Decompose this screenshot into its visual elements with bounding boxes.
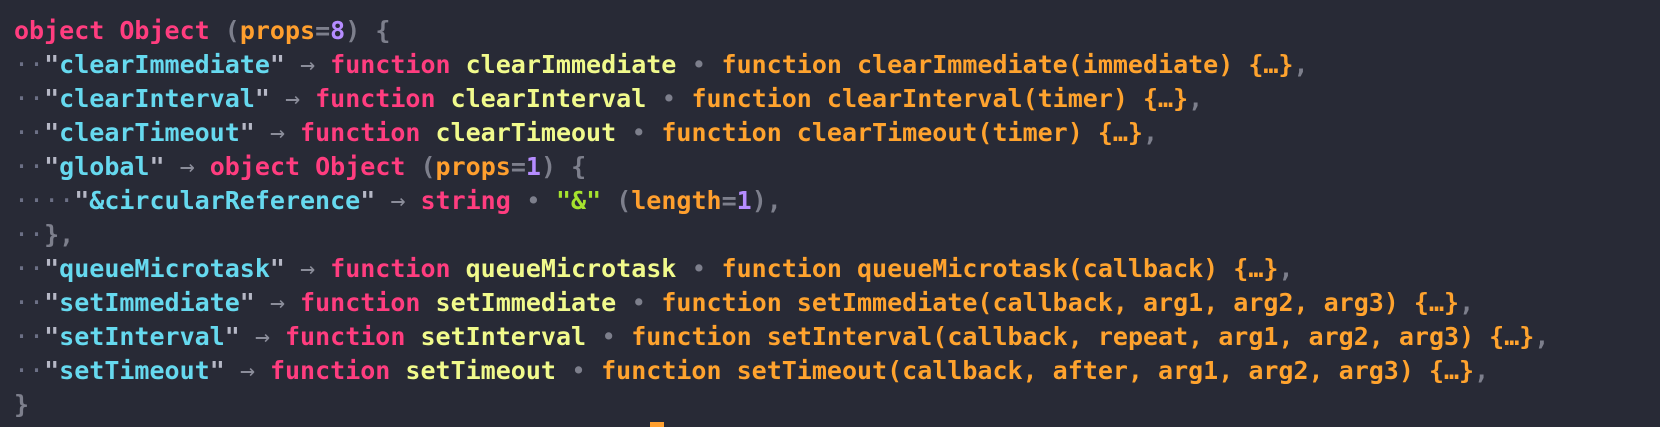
function-entry: ··"setInterval" → function setInterval •… [14,322,1550,351]
function-entry: ··"clearInterval" → function clearInterv… [14,84,1204,113]
indent-guide: ···· [14,186,75,215]
indent-guide: ·· [14,220,45,249]
arrow-icon: → [254,322,270,351]
function-name: clearTimeout [435,118,617,147]
property-key: clearImmediate [59,50,270,79]
function-name: clearInterval [450,84,647,113]
indent-guide: ·· [14,152,45,181]
arrow-icon: → [239,356,255,385]
function-source: function setTimeout(callback, after, arg… [601,356,1475,385]
bullet-separator: • [661,84,677,113]
property-key: queueMicrotask [59,254,270,283]
type-keyword: function [300,118,421,147]
bullet-separator: • [525,186,541,215]
function-entry: ··"setTimeout" → function setTimeout • f… [14,356,1490,385]
arrow-icon: → [300,50,316,79]
type-name: Object [119,16,210,45]
function-source: function queueMicrotask(callback) {…} [721,254,1279,283]
function-name: setTimeout [405,356,556,385]
circular-reference-entry: ····"&circularReference" → string • "&" … [14,186,782,215]
indent-guide: ·· [14,50,45,79]
arrow-icon: → [284,84,301,113]
props-count: 1 [525,152,541,181]
property-key: setInterval [59,322,225,351]
function-source: function clearInterval(timer) {…} [691,84,1189,113]
arrow-icon: → [269,118,285,147]
bullet-separator: • [571,356,587,385]
indent-guide: ·· [14,254,45,283]
type-keyword: function [330,50,451,79]
meta-label: props [435,152,511,181]
bullet-separator: • [631,288,647,317]
close-brace: }, [44,220,75,249]
function-entry: ··"clearTimeout" → function clearTimeout… [14,118,1159,147]
function-entry: ··"clearImmediate" → function clearImmed… [14,50,1309,79]
bullet-separator: • [691,254,707,283]
function-source: function clearImmediate(immediate) {…} [721,50,1294,79]
function-name: queueMicrotask [465,254,677,283]
function-name: setImmediate [435,288,617,317]
indent-guide: ·· [14,118,45,147]
function-source: function clearTimeout(timer) {…} [661,118,1143,147]
open-brace: { [571,152,587,181]
type-keyword: string [420,186,511,215]
bullet-separator: • [691,50,707,79]
open-brace: { [375,16,391,45]
type-keyword: object [14,16,105,45]
type-keyword: function [269,356,391,385]
length-count: 1 [736,186,752,215]
string-value: "&" [555,186,602,215]
arrow-icon: → [269,288,285,317]
arrow-icon: → [300,254,316,283]
type-keyword: function [330,254,451,283]
property-key: setTimeout [59,356,210,385]
bullet-separator: • [631,118,647,147]
function-source: function setImmediate(callback, arg1, ar… [661,288,1460,317]
global-entry-close: ··}, [14,218,1549,252]
type-name: Object [315,152,406,181]
type-keyword: function [285,322,406,351]
function-entry: ··"setImmediate" → function setImmediate… [14,288,1475,317]
function-name: setInterval [420,322,587,351]
property-key: clearInterval [59,84,255,113]
type-keyword: object [209,152,301,181]
arrow-icon: → [390,186,406,215]
root-object-close: } [14,388,1549,422]
arrow-icon: → [179,152,195,181]
indent-guide: ·· [14,288,45,317]
meta-label: length [631,186,722,215]
object-inspector-output: object Object (props=8) { ··"clearImmedi… [14,14,1549,422]
property-key: clearTimeout [59,118,240,147]
meta-label: props [239,16,316,45]
function-entry: ··"queueMicrotask" → function queueMicro… [14,254,1294,283]
function-name: clearImmediate [465,50,677,79]
global-entry-header: ··"global" → object Object (props=1) { [14,152,587,181]
entry-list: ··"queueMicrotask" → function queueMicro… [14,252,1549,388]
property-key: setImmediate [59,288,240,317]
indent-guide: ·· [14,322,45,351]
bullet-separator: • [601,322,617,351]
function-source: function setInterval(callback, repeat, a… [631,322,1535,351]
close-brace: } [14,390,30,419]
props-count: 8 [330,16,346,45]
type-keyword: function [315,84,436,113]
entry-list: ··"clearImmediate" → function clearImmed… [14,48,1549,150]
root-object-header: object Object (props=8) { [14,16,391,45]
property-key: &circularReference [89,186,361,215]
indent-guide: ·· [14,356,45,385]
property-key: global [59,152,150,181]
indent-guide: ·· [14,84,45,113]
text-cursor-icon [650,422,664,427]
type-keyword: function [300,288,421,317]
